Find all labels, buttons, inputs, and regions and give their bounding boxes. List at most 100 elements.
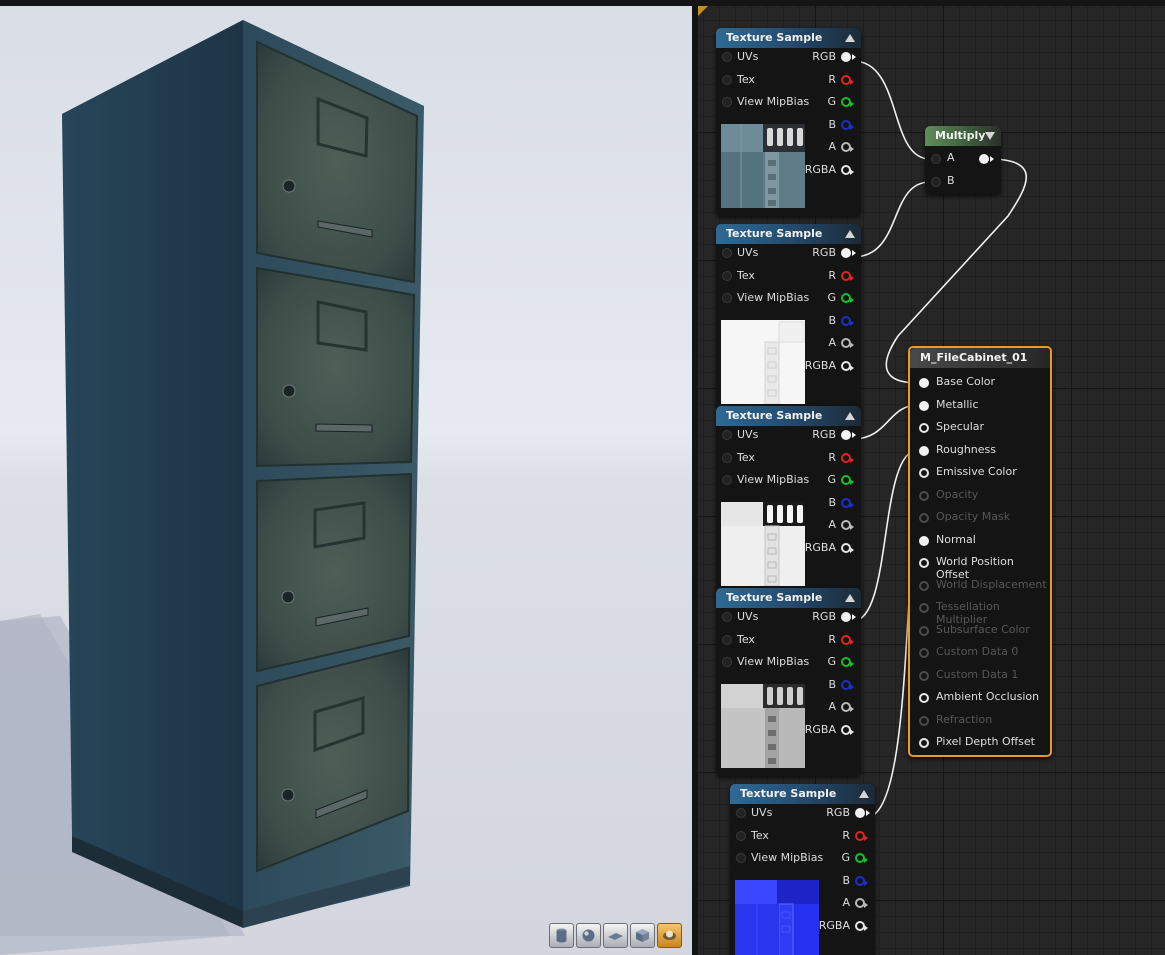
output-label: A [828,140,836,153]
material-input-pin[interactable] [919,400,929,411]
texture-sample-node[interactable]: Texture Sample UVs Tex View MipBias RGB R G B A R… [716,406,861,594]
output-pin[interactable] [841,338,854,348]
node-title[interactable]: Texture Sample [716,406,861,426]
output-pin[interactable] [855,876,868,886]
texture-sample-node[interactable]: Texture Sample UVs Tex View MipBias RGB R G B A R… [716,588,861,776]
cabinet-side [62,20,243,926]
input-pin[interactable] [722,248,732,258]
input-pin[interactable] [722,75,732,85]
drawer-1 [256,40,419,284]
plane-preview-button[interactable] [603,923,628,948]
collapse-arrow-icon[interactable] [845,412,855,420]
input-pin[interactable] [722,635,732,645]
material-input-pin[interactable] [919,423,929,433]
input-pin[interactable] [722,453,732,463]
input-pin[interactable] [722,430,732,440]
output-pin[interactable] [841,75,854,85]
output-pin[interactable] [841,97,854,107]
input-pin[interactable] [931,154,941,164]
node-title[interactable]: Texture Sample [716,224,861,244]
material-input-pin[interactable] [919,445,929,456]
cylinder-preview-button[interactable] [549,923,574,948]
sphere-preview-button[interactable] [576,923,601,948]
output-pin[interactable] [841,316,854,326]
material-graph-canvas[interactable]: Texture Sample UVs Tex View MipBias RGB R G B A R… [698,6,1165,955]
input-pin[interactable] [722,271,732,281]
node-title[interactable]: M_FileCabinet_01 [910,348,1050,368]
output-pin[interactable] [841,120,854,130]
output-pin[interactable] [841,142,854,152]
cube-preview-button[interactable] [630,923,655,948]
input-pin[interactable] [722,475,732,485]
node-title-label: Texture Sample [726,409,823,422]
output-pin[interactable] [841,52,856,62]
custom-mesh-preview-button[interactable] [657,923,682,948]
output-pin[interactable] [841,635,854,645]
collapse-arrow-icon[interactable] [985,132,995,140]
output-pin[interactable] [841,680,854,690]
output-label: G [827,291,836,304]
input-pin[interactable] [736,808,746,818]
output-pin[interactable] [841,248,856,258]
collapse-arrow-icon[interactable] [845,594,855,602]
output-pin[interactable] [855,853,868,863]
preview-viewport[interactable] [0,6,692,955]
output-label: B [842,874,850,887]
connection-wire[interactable] [852,181,931,258]
node-title[interactable]: Multiply [925,126,1001,146]
output-pin[interactable] [841,475,854,485]
input-pin[interactable] [931,177,941,187]
output-label: G [827,655,836,668]
material-input-pin[interactable] [919,693,929,703]
output-pin[interactable] [841,271,854,281]
texture-sample-node[interactable]: Texture Sample UVs Tex View MipBias RGB R G B A R… [716,28,861,216]
output-label: RGB [812,610,836,623]
collapse-arrow-icon[interactable] [859,790,869,798]
output-pin[interactable] [841,293,854,303]
node-title[interactable]: Texture Sample [716,588,861,608]
output-pin[interactable] [855,898,868,908]
material-input-pin[interactable] [919,378,929,388]
input-pin[interactable] [736,853,746,863]
input-pin[interactable] [722,657,732,667]
texture-sample-node[interactable]: Texture Sample UVs Tex View MipBias RGB R G B A R… [716,224,861,412]
input-pin[interactable] [722,612,732,622]
input-pin[interactable] [722,97,732,107]
cube-preview-icon [636,929,649,942]
material-result-node[interactable]: M_FileCabinet_01 Base Color Metallic Specul… [908,346,1052,757]
output-pin[interactable] [841,543,854,553]
output-pin[interactable] [841,453,854,463]
output-pin[interactable] [841,361,854,371]
multiply-node[interactable]: Multiply A B [925,126,1001,194]
input-pin[interactable] [722,52,732,62]
connection-wire[interactable] [852,60,931,160]
output-pin[interactable] [855,921,868,931]
material-input-pin[interactable] [919,738,929,748]
material-input-pin[interactable] [919,558,929,568]
texture-sample-node[interactable]: Texture Sample UVs Tex View MipBias RGB R G B A R… [730,784,875,955]
output-pin[interactable] [979,154,994,164]
output-pin[interactable] [841,165,854,175]
output-pin[interactable] [855,808,870,818]
input-pin[interactable] [722,293,732,303]
input-label: Tex [751,829,769,842]
output-pin[interactable] [841,612,856,622]
material-input-pin[interactable] [919,468,929,478]
output-pin[interactable] [841,725,854,735]
material-input-label: Ambient Occlusion [936,690,1040,703]
input-label: UVs [737,610,759,623]
output-pin[interactable] [841,520,854,530]
collapse-arrow-icon[interactable] [845,230,855,238]
node-title[interactable]: Texture Sample [716,28,861,48]
collapse-arrow-icon[interactable] [845,34,855,42]
output-label: RGB [812,428,836,441]
input-pin[interactable] [736,831,746,841]
output-pin[interactable] [855,831,868,841]
output-pin[interactable] [841,498,854,508]
output-pin[interactable] [841,657,854,667]
output-pin[interactable] [841,702,854,712]
node-title[interactable]: Texture Sample [730,784,875,804]
material-input-pin[interactable] [919,535,929,546]
output-pin[interactable] [841,430,856,440]
input-label: Tex [737,451,755,464]
